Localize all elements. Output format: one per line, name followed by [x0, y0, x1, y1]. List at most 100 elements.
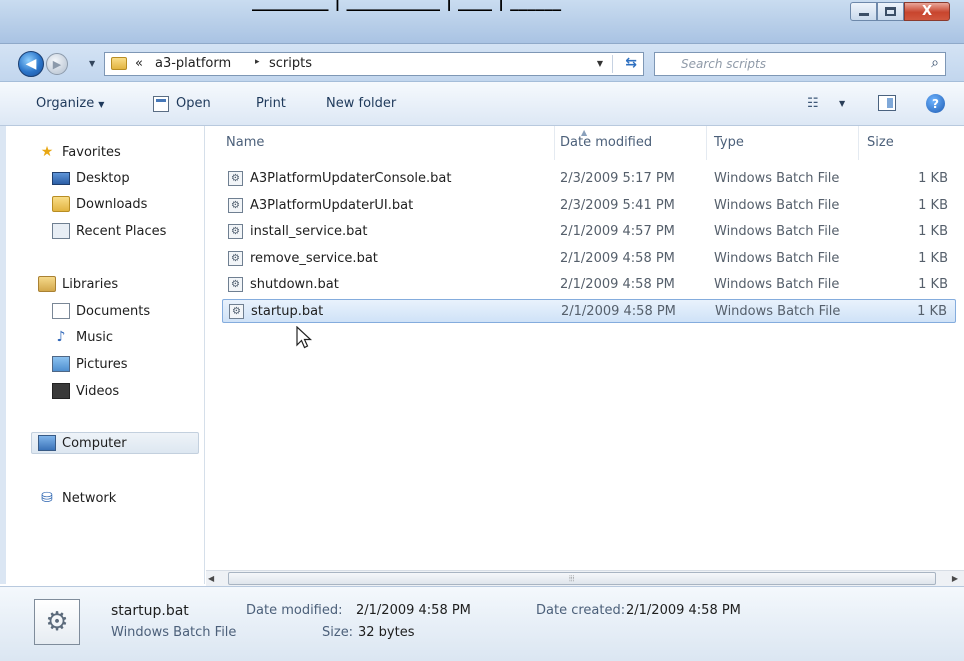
file-size: 1 KB: [918, 171, 948, 186]
nav-downloads[interactable]: Downloads: [52, 193, 147, 215]
column-header-size[interactable]: Size: [867, 135, 894, 150]
forward-button[interactable]: ▶: [46, 53, 68, 75]
grip-icon: ⦙⦙⦙: [569, 574, 575, 583]
maximize-button[interactable]: [877, 2, 904, 21]
window-controls: X: [850, 2, 950, 21]
nav-desktop-label: Desktop: [76, 170, 130, 186]
file-size: 1 KB: [917, 304, 947, 319]
navigation-bar: ◀ ▶ ▼ « a3-platform ▸ scripts ▼ ⇆ Search…: [0, 44, 964, 82]
address-bar[interactable]: « a3-platform ▸ scripts ▼ ⇆: [104, 52, 644, 76]
file-size: 1 KB: [918, 224, 948, 239]
nav-computer[interactable]: Computer: [31, 432, 199, 454]
file-date: 2/1/2009 4:57 PM: [560, 224, 675, 239]
file-type: Windows Batch File: [714, 198, 840, 213]
star-icon: ★: [40, 144, 54, 160]
organize-button[interactable]: Organize ▼: [36, 96, 104, 111]
open-button[interactable]: Open: [176, 96, 211, 111]
nav-favorites[interactable]: ★ Favorites: [38, 141, 121, 163]
nav-music[interactable]: ♪ Music: [52, 326, 113, 348]
file-row[interactable]: ⚙ install_service.bat 2/1/2009 4:57 PM W…: [222, 220, 956, 244]
recent-places-icon: [52, 223, 70, 239]
details-date-modified: 2/1/2009 4:58 PM: [356, 603, 471, 618]
breadcrumb-overflow[interactable]: «: [135, 56, 143, 71]
horizontal-scrollbar[interactable]: ◀ ⦙⦙⦙ ▶: [206, 570, 964, 586]
back-arrow-icon: ◀: [25, 56, 37, 72]
batch-file-icon: ⚙: [228, 277, 243, 292]
nav-libraries[interactable]: Libraries: [38, 273, 118, 295]
file-row[interactable]: ⚙ A3PlatformUpdaterUI.bat 2/3/2009 5:41 …: [222, 194, 956, 218]
nav-videos[interactable]: Videos: [52, 380, 119, 402]
minimize-button[interactable]: [850, 2, 877, 21]
file-size: 1 KB: [918, 277, 948, 292]
network-icon: ⛁: [41, 490, 53, 506]
scroll-left-icon[interactable]: ◀: [208, 574, 214, 583]
column-divider[interactable]: [858, 126, 859, 160]
nav-recent-places-label: Recent Places: [76, 223, 167, 239]
file-type: Windows Batch File: [714, 277, 840, 292]
print-button[interactable]: Print: [256, 96, 286, 111]
scroll-right-icon[interactable]: ▶: [952, 574, 958, 583]
details-date-modified-label: Date modified:: [246, 603, 343, 618]
downloads-folder-icon: [52, 196, 70, 212]
help-icon[interactable]: ?: [926, 94, 945, 113]
details-date-created: 2/1/2009 4:58 PM: [626, 603, 741, 618]
scrollbar-thumb[interactable]: ⦙⦙⦙: [228, 572, 936, 585]
nav-desktop[interactable]: Desktop: [52, 167, 130, 189]
column-header-name[interactable]: Name: [226, 135, 264, 150]
column-divider[interactable]: [706, 126, 707, 160]
batch-file-icon: ⚙: [228, 224, 243, 239]
nav-network[interactable]: ⛁ Network: [38, 487, 116, 509]
nav-network-label: Network: [62, 490, 117, 506]
nav-favorites-label: Favorites: [62, 144, 121, 160]
navigation-pane: ★ Favorites Desktop Downloads Recent Plac…: [0, 126, 205, 584]
refresh-icon[interactable]: ⇆: [625, 55, 637, 71]
file-row[interactable]: ⚙ remove_service.bat 2/1/2009 4:58 PM Wi…: [222, 247, 956, 271]
command-bar: Organize ▼ Open Print New folder ☷ ▼ ?: [0, 82, 964, 126]
views-dropdown-icon[interactable]: ▼: [839, 99, 845, 108]
breadcrumb-scripts[interactable]: scripts: [269, 56, 312, 71]
address-divider: [612, 55, 613, 73]
mouse-cursor-icon: [296, 326, 313, 349]
new-folder-button[interactable]: New folder: [326, 96, 396, 111]
folder-icon: [111, 57, 127, 70]
column-header-date-modified[interactable]: Date modified: [560, 135, 652, 150]
back-button[interactable]: ◀: [18, 51, 44, 77]
pictures-icon: [52, 356, 70, 372]
nav-documents-label: Documents: [76, 303, 151, 319]
top-caption: _________ | ___________ | ____ | ______: [252, 0, 562, 12]
search-icon[interactable]: ⌕: [931, 55, 939, 71]
address-dropdown-icon[interactable]: ▼: [597, 59, 603, 68]
column-header-type[interactable]: Type: [714, 135, 744, 150]
recent-pages-dropdown[interactable]: ▼: [89, 59, 95, 68]
breadcrumb-a3-platform[interactable]: a3-platform: [155, 56, 231, 71]
file-type: Windows Batch File: [714, 224, 840, 239]
nav-music-label: Music: [76, 329, 113, 345]
close-button[interactable]: X: [904, 2, 950, 21]
search-box[interactable]: Search scripts ⌕: [654, 52, 946, 76]
file-row[interactable]: ⚙ A3PlatformUpdaterConsole.bat 2/3/2009 …: [222, 167, 956, 191]
views-icon[interactable]: ☷: [807, 96, 819, 111]
chevron-down-icon: ▼: [98, 100, 105, 109]
file-row[interactable]: ⚙ shutdown.bat 2/1/2009 4:58 PM Windows …: [222, 273, 956, 297]
nav-computer-label: Computer: [62, 435, 127, 451]
nav-libraries-label: Libraries: [62, 276, 119, 292]
nav-pane-edge: [0, 126, 6, 584]
column-divider[interactable]: [554, 126, 555, 160]
nav-downloads-label: Downloads: [76, 196, 148, 212]
breadcrumb-separator[interactable]: ▸: [255, 57, 260, 67]
file-name: remove_service.bat: [250, 251, 378, 266]
maximize-icon: [885, 7, 896, 16]
file-date: 2/1/2009 4:58 PM: [560, 277, 675, 292]
file-type: Windows Batch File: [714, 251, 840, 266]
file-row-selected[interactable]: ⚙ startup.bat 2/1/2009 4:58 PM Windows B…: [222, 299, 956, 323]
search-input[interactable]: Search scripts: [681, 57, 766, 71]
batch-file-icon: ⚙: [228, 251, 243, 266]
nav-videos-label: Videos: [76, 383, 120, 399]
forward-arrow-icon: ▶: [52, 57, 62, 71]
nav-documents[interactable]: Documents: [52, 300, 150, 322]
minimize-icon: [858, 13, 869, 16]
preview-pane-icon[interactable]: [878, 95, 896, 111]
nav-recent-places[interactable]: Recent Places: [52, 220, 166, 242]
computer-icon: [38, 435, 56, 451]
nav-pictures[interactable]: Pictures: [52, 353, 127, 375]
